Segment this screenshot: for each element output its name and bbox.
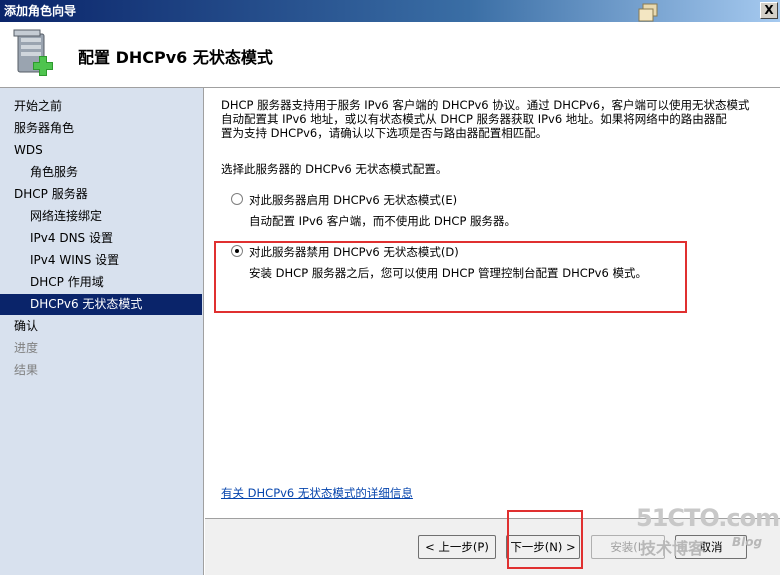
sidebar-item-wds[interactable]: WDS — [0, 140, 202, 161]
description-text: DHCP 服务器支持用于服务 IPv6 客户端的 DHCPv6 协议。通过 DH… — [221, 98, 769, 140]
description-line: DHCP 服务器支持用于服务 IPv6 客户端的 DHCPv6 协议。通过 DH… — [221, 98, 750, 112]
watermark-blog: Blog — [732, 535, 763, 549]
wizard-header: 配置 DHCPv6 无状态模式 — [0, 22, 780, 88]
window-title: 添加角色向导 — [4, 4, 77, 18]
window-titlebar: 添加角色向导 X — [0, 0, 780, 22]
sidebar-item-network-binding[interactable]: 网络连接绑定 — [0, 206, 202, 227]
config-prompt: 选择此服务器的 DHCPv6 无状态模式配置。 — [221, 162, 448, 176]
sidebar-item-dhcp-scopes[interactable]: DHCP 作用域 — [0, 272, 202, 293]
more-info-link[interactable]: 有关 DHCPv6 无状态模式的详细信息 — [221, 485, 413, 501]
enable-stateless-label[interactable]: 对此服务器启用 DHCPv6 无状态模式(E) — [249, 192, 457, 208]
sidebar-item-server-roles[interactable]: 服务器角色 — [0, 118, 202, 139]
next-highlight-box — [507, 510, 583, 569]
sidebar-item-dhcp-server[interactable]: DHCP 服务器 — [0, 184, 202, 205]
back-button[interactable]: < 上一步(P) — [418, 535, 496, 559]
sidebar-item-dhcpv6-stateless[interactable]: DHCPv6 无状态模式 — [0, 294, 202, 315]
sidebar-item-results: 结果 — [14, 363, 39, 377]
page-title: 配置 DHCPv6 无状态模式 — [78, 48, 273, 67]
sidebar-item-confirmation[interactable]: 确认 — [0, 316, 202, 337]
description-line: 自动配置其 IPv6 地址，或以有状态模式从 DHCP 服务器获取 IPv6 地… — [221, 112, 727, 126]
enable-stateless-radio[interactable] — [231, 193, 243, 205]
close-button[interactable]: X — [760, 2, 778, 19]
wizard-content: DHCP 服务器支持用于服务 IPv6 客户端的 DHCPv6 协议。通过 DH… — [205, 88, 780, 518]
sidebar-item-role-services[interactable]: 角色服务 — [0, 162, 202, 183]
sidebar-item-before-you-begin[interactable]: 开始之前 — [0, 96, 202, 117]
watermark-tagline: 技术博客 — [640, 539, 705, 558]
description-line: 置为支持 DHCPv6，请确认以下选项是否与路由器配置相匹配。 — [221, 126, 548, 140]
sidebar-item-ipv4-dns[interactable]: IPv4 DNS 设置 — [0, 228, 202, 249]
overlapping-windows-icon — [638, 3, 658, 22]
sidebar-item-ipv4-wins[interactable]: IPv4 WINS 设置 — [0, 250, 202, 271]
watermark-site: 51CTO.com — [636, 504, 780, 532]
enable-stateless-desc: 自动配置 IPv6 客户端，而不使用此 DHCP 服务器。 — [249, 214, 517, 228]
sidebar-item-progress: 进度 — [14, 341, 39, 355]
wizard-steps-sidebar: 开始之前 服务器角色 WDS 角色服务 DHCP 服务器 网络连接绑定 IPv4… — [0, 88, 204, 575]
highlight-box — [214, 241, 687, 313]
server-add-icon — [13, 29, 53, 76]
